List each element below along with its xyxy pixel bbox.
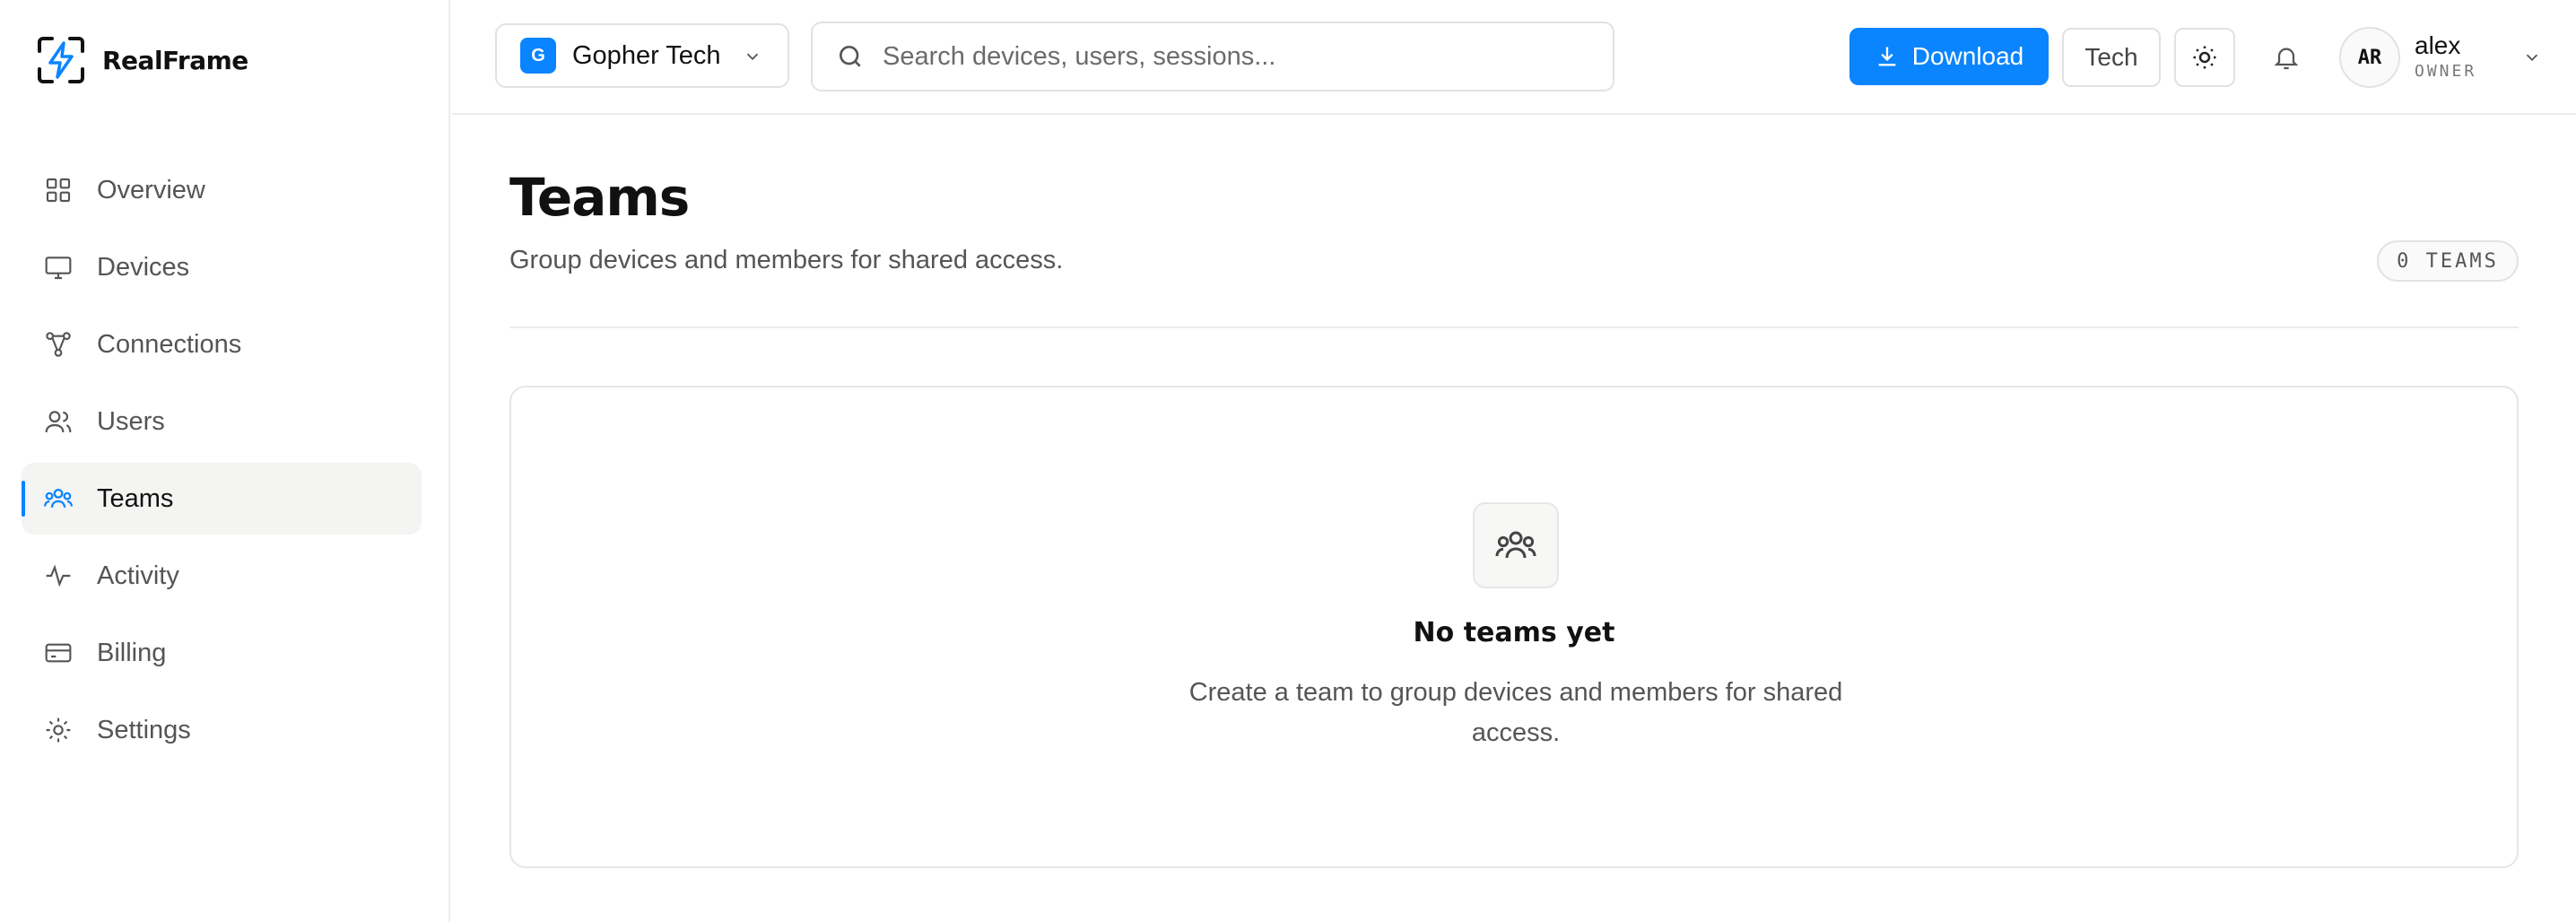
sidebar-item-settings[interactable]: Settings <box>22 694 422 766</box>
credit-card-icon <box>43 638 74 668</box>
user-name: alex <box>2415 31 2461 59</box>
divider <box>509 326 2519 328</box>
download-button[interactable]: Download <box>1849 28 2049 85</box>
chevron-down-icon <box>746 53 759 61</box>
gear-icon <box>43 715 74 745</box>
sidebar-item-connections[interactable]: Connections <box>22 309 422 380</box>
monitor-icon <box>43 252 74 283</box>
sidebar-item-label: Users <box>97 406 165 436</box>
pulse-icon <box>43 561 74 591</box>
user-menu[interactable]: AR alex OWNER <box>2339 25 2546 90</box>
org-name: Gopher Tech <box>572 40 721 70</box>
team-icon <box>43 483 74 514</box>
avatar: AR <box>2339 27 2400 88</box>
sidebar-item-label: Teams <box>97 483 174 513</box>
main-content: Teams Group devices and members for shar… <box>452 115 2576 922</box>
empty-state-description: Create a team to group devices and membe… <box>1188 678 1843 747</box>
network-icon <box>43 329 74 360</box>
org-badge: G <box>520 38 556 74</box>
page-subtitle: Group devices and members for shared acc… <box>509 246 1064 274</box>
sidebar-item-label: Devices <box>97 252 190 282</box>
sidebar-item-label: Connections <box>97 329 242 359</box>
tech-button[interactable]: Tech <box>2062 28 2161 87</box>
sidebar-nav: Overview Devices Connections Users Teams <box>22 154 422 771</box>
top-bar: G Gopher Tech Download Tech AR alex OWNE… <box>452 0 2576 115</box>
search-box <box>811 22 1614 91</box>
user-icon <box>43 406 74 437</box>
sidebar-item-devices[interactable]: Devices <box>22 231 422 303</box>
brand[interactable]: RealFrame <box>36 34 248 86</box>
user-role: OWNER <box>2415 62 2477 81</box>
brand-name: RealFrame <box>102 45 248 75</box>
lightning-bolt-icon <box>38 37 84 83</box>
sidebar-item-label: Settings <box>97 715 191 744</box>
sidebar-item-billing[interactable]: Billing <box>22 617 422 689</box>
search-icon <box>840 46 861 67</box>
download-icon <box>1878 47 1896 66</box>
bell-icon <box>2274 48 2299 70</box>
sidebar: RealFrame Overview Devices Connections U… <box>0 0 450 922</box>
sidebar-item-label: Overview <box>97 175 205 204</box>
sidebar-item-label: Activity <box>97 561 179 590</box>
sidebar-item-activity[interactable]: Activity <box>22 540 422 612</box>
sidebar-item-users[interactable]: Users <box>22 386 422 457</box>
team-icon <box>1473 502 1559 588</box>
grid-icon <box>43 175 74 205</box>
user-info: alex OWNER <box>2415 31 2476 83</box>
sidebar-item-teams[interactable]: Teams <box>22 463 422 535</box>
empty-state-title: No teams yet <box>1413 617 1615 648</box>
sidebar-item-label: Billing <box>97 638 167 667</box>
sun-icon <box>2193 46 2216 69</box>
search-input[interactable] <box>883 41 1600 72</box>
notifications-button[interactable] <box>2257 28 2316 87</box>
page-title: Teams <box>509 167 690 228</box>
theme-toggle-button[interactable] <box>2174 28 2235 87</box>
empty-state-card: No teams yet Create a team to group devi… <box>509 386 2519 868</box>
team-count-badge: 0 TEAMS <box>2377 240 2519 282</box>
org-switcher[interactable]: G Gopher Tech <box>495 23 789 88</box>
sidebar-item-overview[interactable]: Overview <box>22 154 422 226</box>
chevron-down-icon <box>2526 54 2538 62</box>
download-label: Download <box>1911 42 2024 70</box>
